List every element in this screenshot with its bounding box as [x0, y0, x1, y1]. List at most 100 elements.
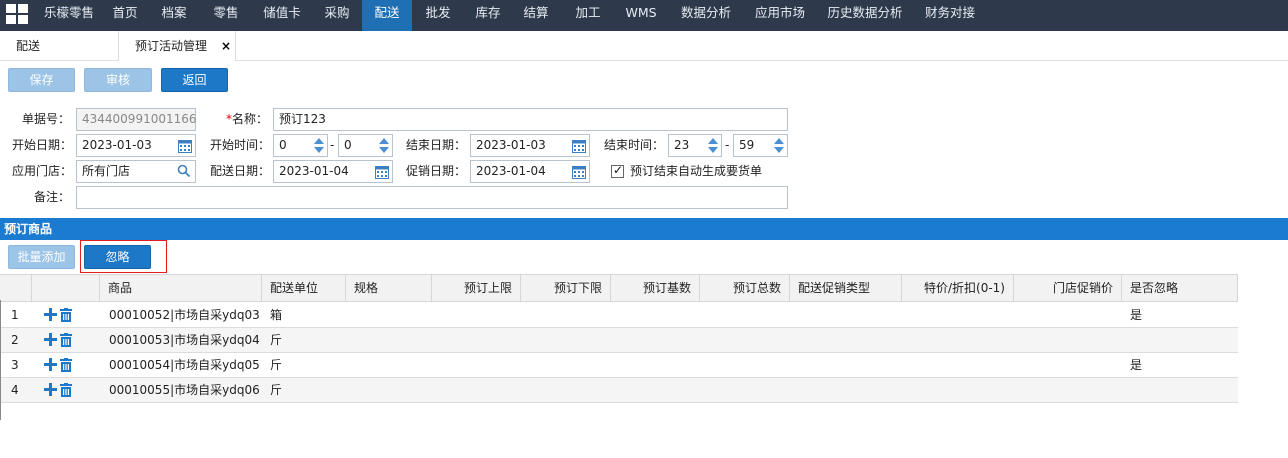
nav-item-app-market[interactable]: 应用市场 — [748, 0, 812, 31]
header-product[interactable]: 商品 — [100, 275, 262, 302]
nav-item-wholesale[interactable]: 批发 — [416, 0, 460, 31]
save-button[interactable]: 保存 — [8, 68, 75, 92]
trash-icon[interactable] — [60, 358, 72, 372]
start-date-value: 2023-01-03 — [82, 138, 152, 152]
end-hour-spinner[interactable]: 23 — [668, 134, 722, 157]
header-actions — [32, 275, 100, 302]
spinner-arrows-icon[interactable] — [706, 136, 720, 155]
store-field[interactable]: 所有门店 — [76, 160, 196, 183]
nav-item-delivery[interactable]: 配送 — [362, 0, 412, 31]
start-date-field[interactable]: 2023-01-03 — [76, 134, 196, 157]
tab-bar: 配送 预订活动管理 × — [0, 31, 1288, 61]
table-row[interactable]: 2 00010053|市场自采ydq04 斤 — [0, 328, 1238, 353]
plus-icon[interactable] — [44, 383, 57, 396]
tab-delivery[interactable]: 配送 — [16, 31, 96, 61]
delivery-date-label: 配送日期： — [209, 164, 270, 178]
table-row[interactable]: 3 00010054|市场自采ydq05 斤 是 — [0, 353, 1238, 378]
start-date-label: 开始日期： — [11, 138, 72, 152]
section-header: 预订商品 — [0, 218, 1288, 240]
doc-no-label: 单据号： — [21, 112, 70, 126]
grid-header: 商品 配送单位 规格 预订上限 预订下限 预订基数 预订总数 配送促销类型 特价… — [0, 274, 1238, 302]
header-lower[interactable]: 预订下限 — [521, 275, 611, 302]
row-number: 1 — [11, 308, 19, 322]
spinner-arrows-icon[interactable] — [377, 136, 391, 155]
plus-icon[interactable] — [44, 358, 57, 371]
nav-item-history-analysis[interactable]: 历史数据分析 — [822, 0, 908, 31]
calendar-icon[interactable] — [572, 165, 586, 179]
nav-item-home[interactable]: 首页 — [104, 0, 146, 31]
header-promo-type[interactable]: 配送促销类型 — [790, 275, 902, 302]
header-rownum — [0, 275, 32, 302]
nav-item-settlement[interactable]: 结算 — [514, 0, 558, 31]
top-nav: 乐檬零售 首页 档案 零售 储值卡 采购 配送 批发 库存 结算 加工 WMS … — [0, 0, 1288, 31]
start-minute-value: 0 — [344, 138, 352, 152]
tab-preorder-activity[interactable]: 预订活动管理 — [118, 31, 236, 61]
header-upper[interactable]: 预订上限 — [432, 275, 521, 302]
tab-close-icon[interactable]: × — [221, 39, 231, 53]
nav-item-stored-value-card[interactable]: 储值卡 — [256, 0, 308, 31]
nav-item-archive[interactable]: 档案 — [152, 0, 196, 31]
row-number: 4 — [11, 383, 19, 397]
plus-icon[interactable] — [44, 308, 57, 321]
promo-date-field[interactable]: 2023-01-04 — [470, 160, 590, 183]
nav-item-data-analysis[interactable]: 数据分析 — [674, 0, 738, 31]
nav-item-wms[interactable]: WMS — [618, 0, 664, 31]
start-time-label: 开始时间： — [209, 138, 270, 152]
store-value: 所有门店 — [82, 164, 131, 178]
batch-add-button[interactable]: 批量添加 — [8, 245, 75, 269]
nav-item-inventory[interactable]: 库存 — [466, 0, 510, 31]
end-time-label: 结束时间： — [603, 138, 664, 152]
calendar-icon[interactable] — [572, 139, 586, 153]
table-row[interactable]: 4 00010055|市场自采ydq06 斤 — [0, 378, 1238, 403]
auto-generate-checkbox[interactable] — [611, 163, 624, 178]
product-cell: 00010053|市场自采ydq04 — [109, 333, 260, 347]
table-row[interactable]: 1 00010052|市场自采ydq03 箱 是 — [0, 303, 1238, 328]
end-hour-value: 23 — [674, 138, 690, 152]
name-label: *名称： — [224, 108, 268, 130]
end-minute-spinner[interactable]: 59 — [733, 134, 788, 157]
start-minute-spinner[interactable]: 0 — [338, 134, 393, 157]
unit-cell: 箱 — [270, 308, 283, 322]
nav-item-retail[interactable]: 零售 — [204, 0, 248, 31]
delivery-date-field[interactable]: 2023-01-04 — [273, 160, 393, 183]
end-date-field[interactable]: 2023-01-03 — [470, 134, 590, 157]
trash-icon[interactable] — [60, 333, 72, 347]
end-date-label: 结束日期： — [405, 138, 466, 152]
header-unit[interactable]: 配送单位 — [262, 275, 346, 302]
name-field[interactable]: 预订123 — [273, 108, 788, 131]
product-cell: 00010055|市场自采ydq06 — [109, 383, 260, 397]
calendar-icon[interactable] — [375, 165, 389, 179]
nav-item-brand[interactable]: 乐檬零售 — [38, 0, 100, 31]
calendar-icon[interactable] — [178, 139, 192, 153]
start-hour-spinner[interactable]: 0 — [273, 134, 328, 157]
remark-field[interactable] — [76, 186, 788, 209]
audit-button[interactable]: 审核 — [84, 68, 152, 92]
header-base[interactable]: 预订基数 — [611, 275, 700, 302]
spinner-arrows-icon[interactable] — [312, 136, 326, 155]
product-cell: 00010054|市场自采ydq05 — [109, 358, 260, 372]
plus-icon[interactable] — [44, 333, 57, 346]
store-label: 应用门店： — [11, 164, 72, 178]
header-store-price[interactable]: 门店促销价 — [1014, 275, 1122, 302]
highlight-outline — [80, 240, 167, 273]
nav-item-finance[interactable]: 财务对接 — [918, 0, 982, 31]
nav-item-processing[interactable]: 加工 — [566, 0, 610, 31]
trash-icon[interactable] — [60, 308, 72, 322]
row-number: 3 — [11, 358, 19, 372]
trash-icon[interactable] — [60, 383, 72, 397]
header-spec[interactable]: 规格 — [346, 275, 432, 302]
start-hour-value: 0 — [279, 138, 287, 152]
unit-cell: 斤 — [270, 333, 283, 347]
app-logo-icon[interactable] — [6, 4, 30, 26]
left-border — [0, 300, 1, 420]
spinner-arrows-icon[interactable] — [772, 136, 786, 155]
nav-item-purchase[interactable]: 采购 — [316, 0, 358, 31]
header-total[interactable]: 预订总数 — [700, 275, 790, 302]
search-icon[interactable] — [177, 164, 191, 178]
back-button[interactable]: 返回 — [161, 68, 228, 92]
header-ignored[interactable]: 是否忽略 — [1122, 275, 1238, 302]
time-separator: - — [725, 138, 730, 152]
remark-label: 备注： — [33, 190, 70, 204]
header-discount[interactable]: 特价/折扣(0-1) — [902, 275, 1014, 302]
ignored-cell: 是 — [1130, 358, 1143, 372]
